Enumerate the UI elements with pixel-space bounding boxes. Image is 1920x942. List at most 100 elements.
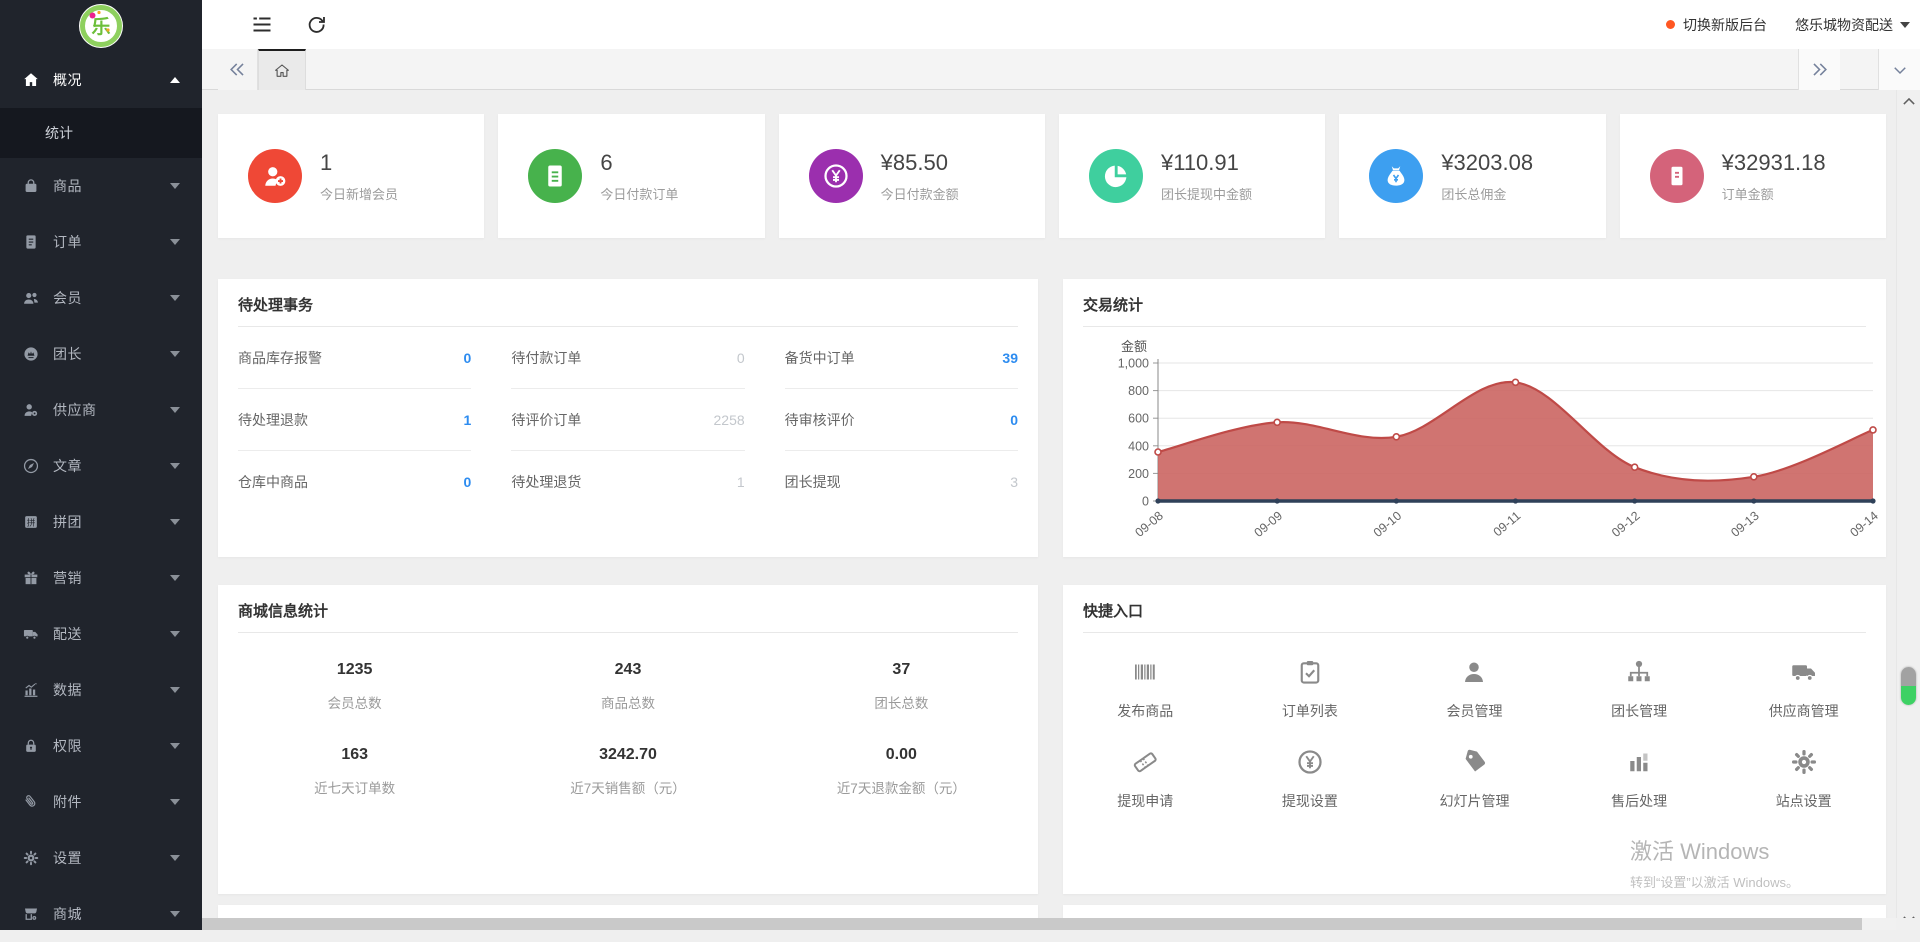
pending-item-value[interactable]: 0 [737, 350, 745, 366]
sidebar-item-groupon[interactable]: 拼拼团 [0, 494, 202, 550]
sidebar-item-overview[interactable]: 概况 [0, 52, 202, 108]
stat-card-label: 今日新增会员 [320, 184, 398, 203]
app-logo[interactable]: 乐 [0, 0, 202, 52]
pending-item-label: 待处理退款 [238, 410, 308, 430]
pending-item: 待处理退货1 [511, 451, 744, 513]
horizontal-scrollbar[interactable] [202, 918, 1896, 930]
vertical-scrollbar-thumb[interactable] [1901, 667, 1916, 705]
quick-entry-9[interactable]: 售后处理 [1557, 745, 1722, 811]
pending-item-label: 待审核评价 [785, 410, 855, 430]
sidebar-item-mall[interactable]: 商城 [0, 886, 202, 942]
pie-icon [1089, 149, 1143, 203]
mall-stat-label: 会员总数 [218, 692, 491, 712]
tabstrip [202, 49, 1920, 90]
stat-card-label: 团长提现中金额 [1161, 184, 1252, 203]
scroll-up-icon[interactable] [1897, 93, 1920, 109]
lock-icon [22, 737, 40, 755]
quick-entry-2[interactable]: 订单列表 [1228, 655, 1393, 721]
quick-entry-8[interactable]: 幻灯片管理 [1392, 745, 1557, 811]
pending-item: 商品库存报警0 [238, 327, 471, 389]
receipt-icon [1650, 149, 1704, 203]
quick-entry-4[interactable]: 团长管理 [1557, 655, 1722, 721]
sidebar-item-members[interactable]: 会员 [0, 270, 202, 326]
quick-entry-1[interactable]: 发布商品 [1063, 655, 1228, 721]
pending-item-value[interactable]: 2258 [714, 412, 745, 428]
chevron-down-icon [170, 295, 180, 301]
switch-new-admin-link[interactable]: 切换新版后台 [1666, 15, 1767, 35]
sidebar-item-suppliers[interactable]: 供应商 [0, 382, 202, 438]
stat-card-value: 1 [320, 150, 398, 176]
mall-stat-label: 近7天退款金额（元） [765, 777, 1038, 797]
pending-item-value[interactable]: 1 [737, 474, 745, 490]
pending-item: 待审核评价 0 [785, 389, 1018, 451]
chevron-down-icon [170, 799, 180, 805]
quick-entry-label: 站点设置 [1721, 791, 1886, 811]
sidebar-item-leaders[interactable]: 团长 [0, 326, 202, 382]
stat-card: ¥110.91 团长提现中金额 [1059, 114, 1325, 238]
vertical-scrollbar[interactable] [1896, 90, 1920, 930]
pending-item: 备货中订单 39 [785, 327, 1018, 389]
tabs-menu-down-icon[interactable] [1878, 49, 1920, 90]
sidebar-item-label: 团长 [53, 344, 82, 364]
svg-text:09-09: 09-09 [1252, 509, 1286, 540]
sidebar-item-attachment[interactable]: 附件 [0, 774, 202, 830]
pending-item-value[interactable]: 39 [1002, 350, 1018, 366]
sidebar-item-label: 数据 [53, 680, 82, 700]
sidebar-toggle-icon[interactable] [250, 13, 274, 37]
sidebar-item-settings[interactable]: 设置 [0, 830, 202, 886]
bars-icon [1557, 745, 1722, 779]
pending-item-value[interactable]: 1 [464, 412, 472, 428]
refresh-icon[interactable] [305, 13, 329, 37]
store-icon [22, 905, 40, 923]
svg-text:600: 600 [1128, 412, 1149, 426]
quick-entry-7[interactable]: 提现设置 [1228, 745, 1393, 811]
quick-entry-label: 提现设置 [1228, 791, 1393, 811]
quick-entry-10[interactable]: 站点设置 [1721, 745, 1886, 811]
pending-item-label: 备货中订单 [785, 348, 855, 368]
sidebar-item-goods[interactable]: 商品 [0, 158, 202, 214]
pending-item-value[interactable]: 0 [464, 474, 472, 490]
stat-card-text: ¥3203.08团长总佣金 [1441, 150, 1533, 203]
sidebar-item-delivery[interactable]: 配送 [0, 606, 202, 662]
chevron-down-icon [1900, 22, 1910, 28]
quick-entry-5[interactable]: 供应商管理 [1721, 655, 1886, 721]
switch-new-admin-label: 切换新版后台 [1683, 15, 1767, 35]
pending-item-value[interactable]: 0 [464, 350, 472, 366]
sidebar-item-marketing[interactable]: 营销 [0, 550, 202, 606]
quick-entry-3[interactable]: 会员管理 [1392, 655, 1557, 721]
yen-circle-icon [809, 149, 863, 203]
pending-item-label: 待付款订单 [511, 348, 581, 368]
pending-item-value[interactable]: 3 [1010, 474, 1018, 490]
stat-card-value: ¥110.91 [1161, 150, 1252, 176]
pending-item: 待评价订单2258 [511, 389, 744, 451]
sidebar-item-orders[interactable]: 订单 [0, 214, 202, 270]
mall-stat: 1235 会员总数 [218, 661, 491, 712]
svg-text:800: 800 [1128, 384, 1149, 398]
mall-stat-value: 37 [765, 661, 1038, 679]
quick-entry-6[interactable]: 提现申请 [1063, 745, 1228, 811]
tabs-scroll-left-icon[interactable] [218, 49, 258, 90]
pending-item-label: 团长提现 [785, 472, 841, 492]
stat-card-value: ¥85.50 [881, 150, 959, 176]
sidebar-item-permission[interactable]: 权限 [0, 718, 202, 774]
svg-text:09-11: 09-11 [1491, 509, 1524, 540]
pending-item-value[interactable]: 0 [1010, 412, 1018, 428]
sidebar-item-label: 拼团 [53, 512, 82, 532]
sidebar-item-label: 文章 [53, 456, 82, 476]
sidebar-item-articles[interactable]: 文章 [0, 438, 202, 494]
chevron-down-icon [170, 351, 180, 357]
horizontal-scrollbar-thumb[interactable] [202, 918, 1862, 930]
home-tab-icon [273, 62, 291, 80]
trade-panel-title: 交易统计 [1063, 279, 1886, 326]
truck-icon [22, 625, 40, 643]
mall-stat-value: 1235 [218, 661, 491, 679]
account-dropdown[interactable]: 悠乐城物资配送 [1795, 15, 1910, 35]
chevron-down-icon [170, 463, 180, 469]
tabs-scroll-right-icon[interactable] [1798, 49, 1840, 90]
sidebar-subitem-stats[interactable]: 统计 [0, 108, 202, 158]
sidebar-item-data[interactable]: 数据 [0, 662, 202, 718]
trade-area-chart: 02004006008001,00009-0809-0909-1009-1109… [1063, 355, 1886, 560]
doc-lines-icon [528, 149, 582, 203]
tab-home[interactable] [258, 49, 306, 90]
yen-circle-icon [1228, 745, 1393, 779]
